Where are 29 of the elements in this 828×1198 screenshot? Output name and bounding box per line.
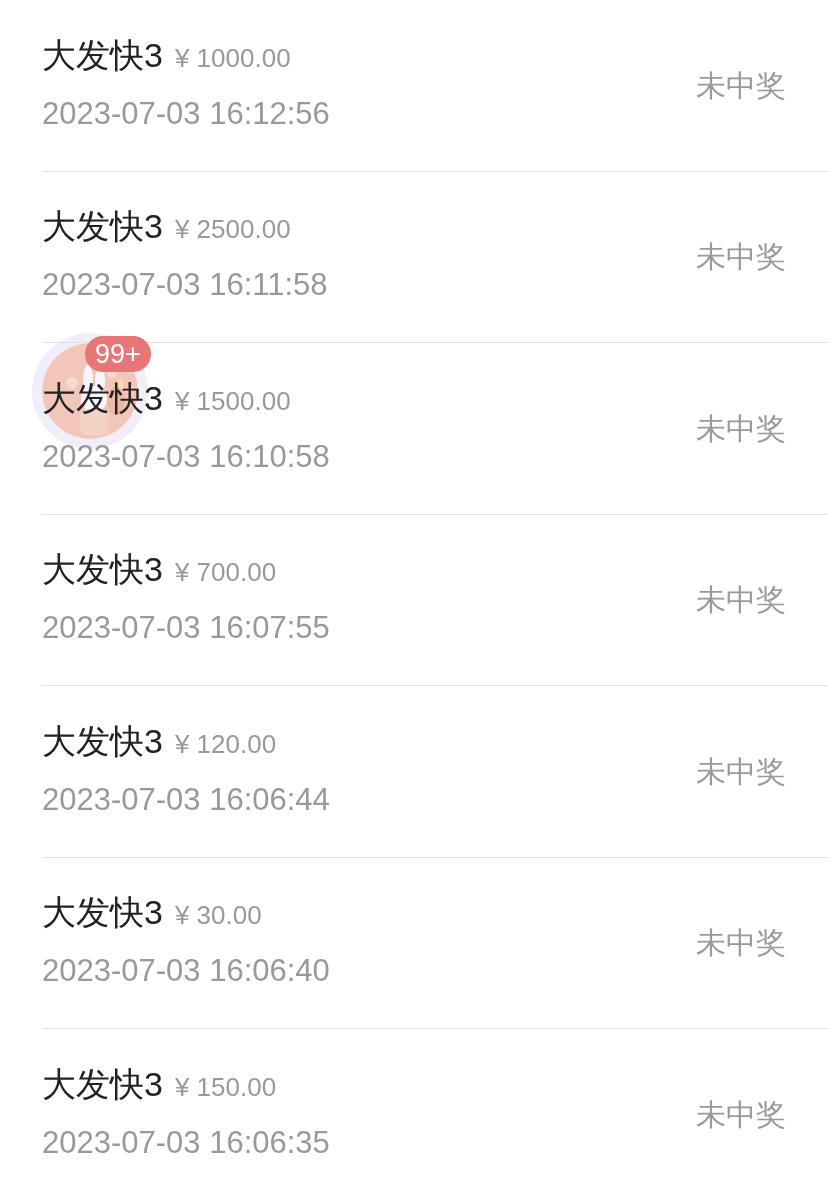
game-name: 大发快3: [42, 549, 163, 591]
bet-amount: ¥ 150.00: [174, 1071, 277, 1105]
bet-amount: ¥ 1500.00: [174, 384, 291, 418]
result-status: 未中奖: [696, 582, 786, 619]
bet-time: 2023-07-03 16:06:35: [42, 1124, 330, 1163]
game-name: 大发快3: [42, 206, 163, 248]
result-status: 未中奖: [696, 239, 786, 276]
bet-time: 2023-07-03 16:07:55: [42, 609, 330, 648]
result-status: 未中奖: [696, 1097, 786, 1134]
bet-amount: ¥ 700.00: [174, 556, 277, 590]
result-status: 未中奖: [696, 753, 786, 790]
bet-time: 2023-07-03 16:06:40: [42, 952, 330, 991]
result-status: 未中奖: [696, 67, 786, 104]
bet-time: 2023-07-03 16:06:44: [42, 780, 330, 819]
game-name: 大发快3: [42, 377, 163, 419]
result-status: 未中奖: [696, 410, 786, 447]
game-name: 大发快3: [42, 720, 163, 762]
bet-amount: ¥ 120.00: [174, 727, 277, 761]
bet-amount: ¥ 2500.00: [174, 213, 291, 247]
game-name: 大发快3: [42, 892, 163, 934]
result-status: 未中奖: [696, 925, 786, 962]
notification-badge: 99+: [85, 336, 151, 372]
bet-amount: ¥ 30.00: [174, 899, 262, 933]
game-name: 大发快3: [42, 34, 163, 76]
game-name: 大发快3: [42, 1064, 163, 1106]
bet-time: 2023-07-03 16:11:58: [42, 266, 328, 305]
bet-amount: ¥ 1000.00: [174, 41, 291, 75]
bet-time: 2023-07-03 16:10:58: [42, 437, 330, 476]
bet-time: 2023-07-03 16:12:56: [42, 94, 330, 133]
